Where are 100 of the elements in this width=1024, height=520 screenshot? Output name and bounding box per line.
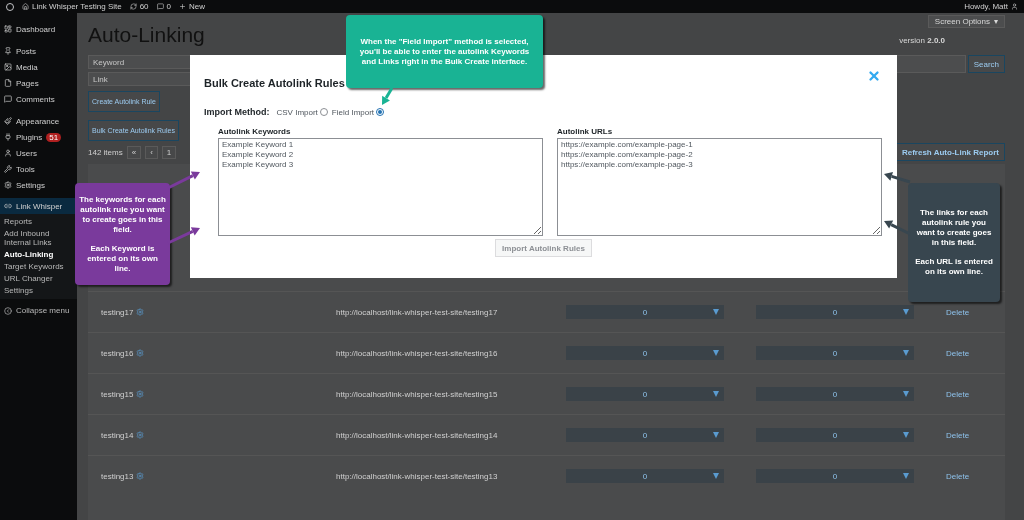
table-cell: testing13 (101, 471, 134, 481)
submenu-item[interactable]: Target Keywords (0, 262, 77, 271)
logo-icon[interactable] (6, 2, 14, 11)
caret-icon (903, 309, 909, 315)
sidebar-item[interactable]: Posts (0, 43, 77, 59)
delete-link[interactable]: Delete (946, 389, 996, 399)
caret-icon (713, 432, 719, 438)
radio-label[interactable]: Field Import (331, 107, 375, 117)
paintbrush-icon (4, 117, 12, 125)
sidebar-item[interactable]: Users (0, 145, 77, 161)
text-area[interactable]: https://example.com/example-page-1 https://example.com/example-page-2 https://example.com/example-page-3 (557, 138, 882, 236)
field-label: Autolink URLs (557, 127, 614, 136)
sidebar-item[interactable]: Appearance (0, 113, 77, 129)
pagination-button[interactable]: 1 (161, 145, 177, 159)
collapse-menu-link[interactable]: Collapse menu (16, 306, 70, 315)
callout-text: The keywords for each autolink rule you want to create goes in this field. (79, 194, 166, 235)
caret-icon (903, 350, 909, 356)
items-count: 142 items (88, 147, 123, 157)
submenu-item[interactable]: Reports (0, 217, 77, 226)
caret-icon (903, 473, 909, 479)
plug-icon (4, 133, 12, 141)
callout-text: Each URL is entered on its own line. (914, 257, 994, 277)
caret-icon (713, 391, 719, 397)
speech-bubble-icon (4, 95, 12, 103)
count-dropdown[interactable]: 0 (756, 346, 914, 360)
pagination-button[interactable]: ‹ (145, 145, 158, 159)
close-button[interactable] (867, 69, 881, 83)
sidebar-item[interactable]: Media (0, 59, 77, 75)
settings-icon (4, 181, 12, 189)
new-link[interactable]: New (189, 2, 206, 11)
count-dropdown[interactable]: 0 (566, 346, 724, 360)
page-icon (4, 79, 12, 87)
plus-icon (179, 3, 187, 10)
delete-link[interactable]: Delete (946, 348, 996, 358)
image-icon (4, 63, 12, 71)
submenu-item[interactable]: Auto-Linking (0, 250, 77, 259)
import-method-label: Import Method: (204, 107, 270, 117)
collapse-icon (4, 306, 12, 315)
avatar-icon (1011, 3, 1018, 10)
updates-count[interactable]: 60 (139, 2, 149, 11)
sidebar-item[interactable]: Tools (0, 161, 77, 177)
wrench-icon (4, 165, 12, 173)
greeting-link[interactable]: Howdy, Matt (964, 2, 1008, 11)
comments-count[interactable]: 0 (166, 2, 172, 11)
sidebar-item[interactable]: Plugins 51 (0, 129, 77, 145)
caret-icon (903, 432, 909, 438)
speech-bubble-icon (156, 3, 164, 10)
table-cell: testing17 (101, 307, 134, 317)
table-cell: testing15 (101, 389, 134, 399)
count-dropdown[interactable]: 0 (756, 387, 914, 401)
sidebar-item[interactable]: Link Whisper (0, 198, 77, 214)
radio-label[interactable]: CSV Import (276, 107, 318, 117)
table-cell: testing16 (101, 348, 134, 358)
count-badge: 51 (46, 132, 62, 142)
gear-icon[interactable] (136, 349, 145, 357)
field-label: Autolink Keywords (218, 127, 292, 136)
delete-link[interactable]: Delete (946, 471, 996, 481)
caret-icon (713, 350, 719, 356)
refresh-icon (129, 3, 137, 10)
count-dropdown[interactable]: 0 (756, 305, 914, 319)
text-area[interactable]: Example Keyword 1 Example Keyword 2 Example Keyword 3 (218, 138, 543, 236)
delete-link[interactable]: Delete (946, 307, 996, 317)
link-icon (4, 202, 12, 210)
delete-link[interactable]: Delete (946, 430, 996, 440)
user-icon (4, 149, 12, 157)
gear-icon[interactable] (136, 431, 145, 439)
caret-icon (713, 473, 719, 479)
site-name-link[interactable]: Link Whisper Testing Site (32, 2, 122, 11)
home-icon (22, 3, 29, 10)
sidebar-item[interactable]: Settings (0, 177, 77, 193)
pagination-button[interactable]: « (126, 145, 142, 159)
screen-options-button[interactable]: Screen Options ▾ (927, 15, 1005, 28)
sidebar-item[interactable]: Comments (0, 91, 77, 107)
caret-icon (713, 309, 719, 315)
count-dropdown[interactable]: 0 (566, 428, 724, 442)
pin-icon (4, 47, 12, 55)
count-dropdown[interactable]: 0 (566, 387, 724, 401)
count-dropdown[interactable]: 0 (566, 305, 724, 319)
callout-text: When the "Field Import" method is selected, you'll be able to enter the autolink Keywords and Links right in the Bulk Create interface. (358, 36, 531, 67)
table-cell-text: http://localhost/link-whisper-test-site/testing13 (336, 471, 499, 481)
table-cell-text: http://localhost/link-whisper-test-site/testing17 (336, 307, 499, 317)
refresh-report-button[interactable]: Refresh Auto-Link Report (895, 143, 1005, 161)
callout-text: Each Keyword is entered on its own line. (86, 243, 159, 274)
count-dropdown[interactable]: 0 (756, 428, 914, 442)
submenu-item[interactable]: URL Changer (0, 274, 77, 283)
caret-icon (903, 391, 909, 397)
sidebar-item[interactable]: Dashboard (0, 21, 77, 37)
count-dropdown[interactable]: 0 (756, 469, 914, 483)
gear-icon[interactable] (136, 390, 145, 398)
table-cell-text: http://localhost/link-whisper-test-site/testing14 (336, 430, 499, 440)
table-cell-text: http://localhost/link-whisper-test-site/testing15 (336, 389, 499, 399)
search-button[interactable]: Search (967, 55, 1005, 73)
gear-icon[interactable] (136, 472, 145, 480)
dialog-title: Bulk Create Autolink Rules (204, 77, 346, 89)
submenu-item[interactable]: Add Inbound Internal Links (0, 229, 77, 247)
count-dropdown[interactable]: 0 (566, 469, 724, 483)
sidebar-item[interactable]: Pages (0, 75, 77, 91)
table-cell: testing14 (101, 430, 134, 440)
submenu-item[interactable]: Settings (0, 286, 77, 295)
gear-icon[interactable] (136, 308, 145, 316)
